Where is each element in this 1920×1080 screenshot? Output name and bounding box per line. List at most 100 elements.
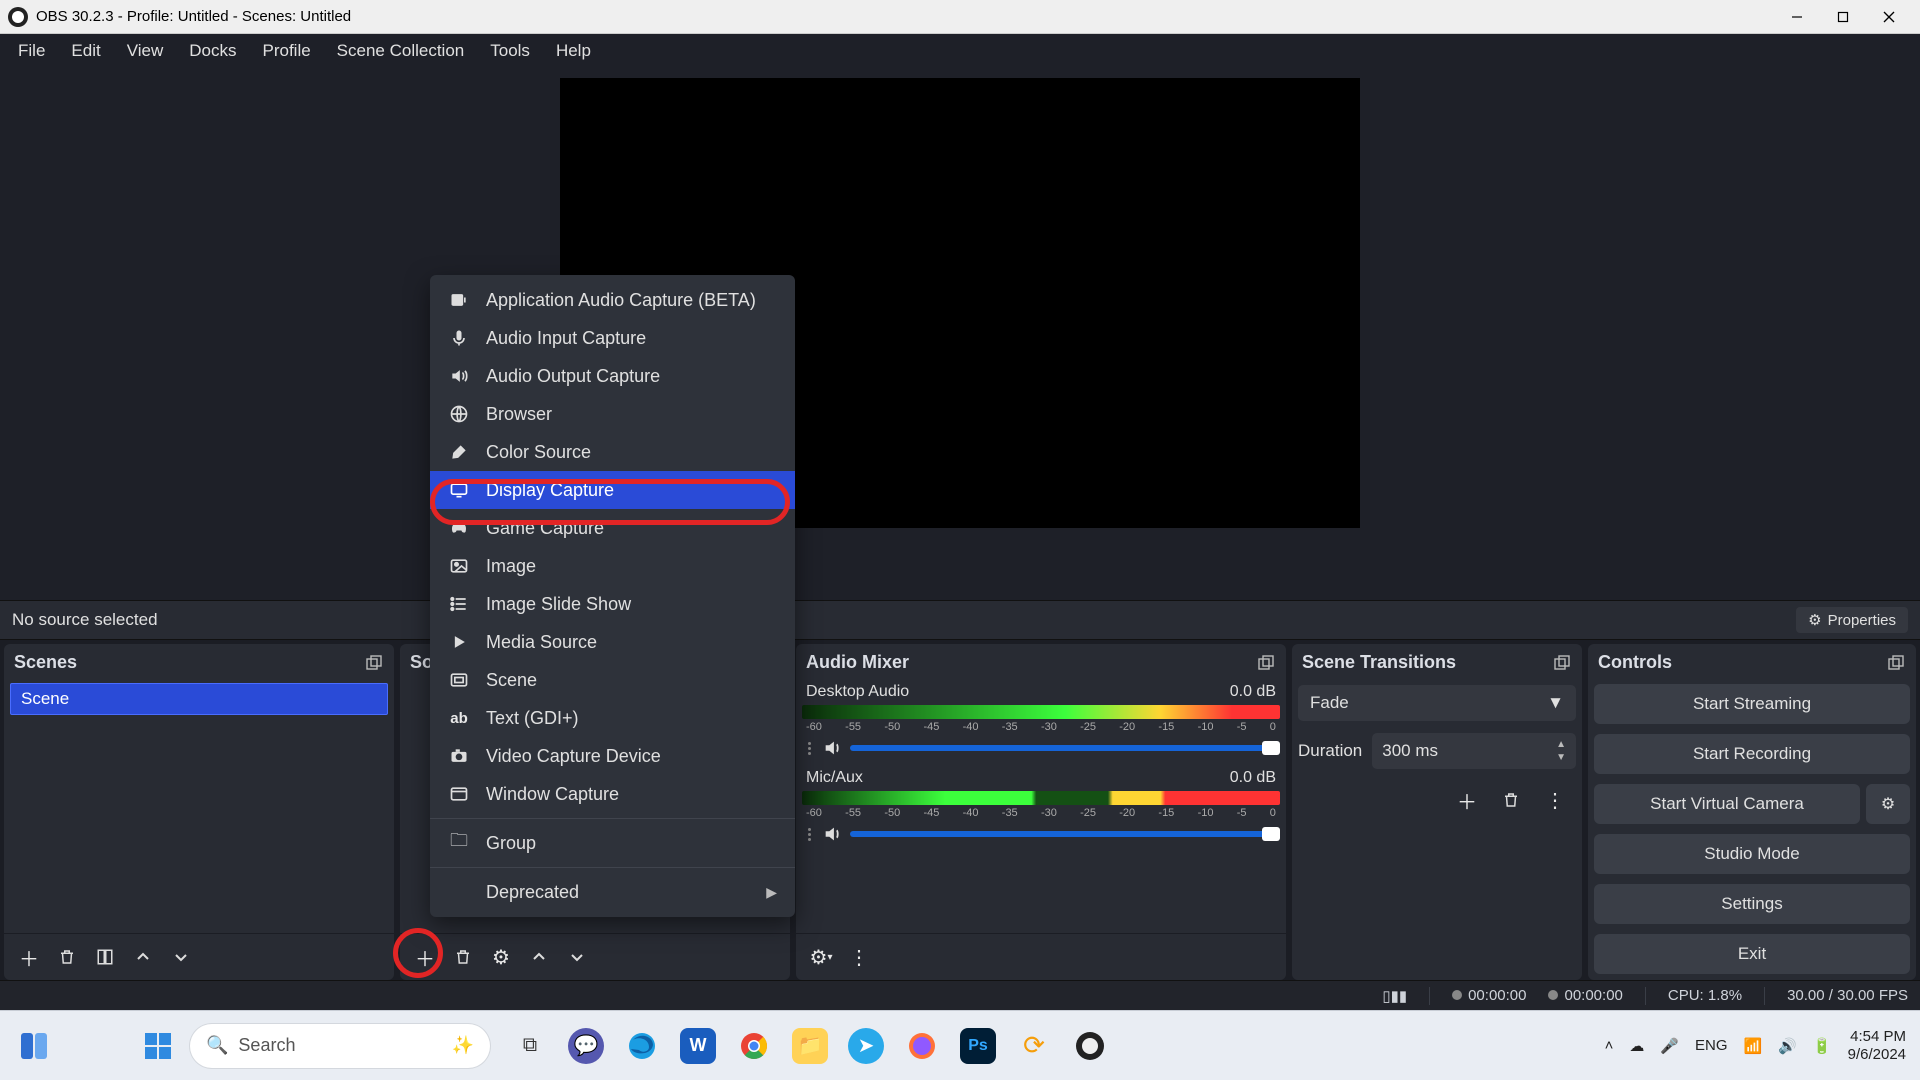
menu-profile[interactable]: Profile: [250, 37, 322, 65]
context-item-app-audio[interactable]: Application Audio Capture (BETA): [430, 281, 795, 319]
mixer-channel: Desktop Audio0.0 dB -60-55-50-45-40-35-3…: [802, 683, 1280, 759]
volume-icon[interactable]: 🔊: [1778, 1037, 1797, 1055]
context-item-group[interactable]: 🗀 Group: [430, 824, 795, 862]
mixer-menu-button[interactable]: ⋮: [842, 940, 876, 974]
volume-slider[interactable]: [850, 745, 1280, 751]
window-close-button[interactable]: [1866, 0, 1912, 34]
source-properties-button[interactable]: ⚙: [484, 940, 518, 974]
context-item-display[interactable]: Display Capture: [430, 471, 795, 509]
mixer-settings-button[interactable]: ⚙▾: [804, 940, 838, 974]
start-button[interactable]: [138, 1026, 178, 1066]
microphone-icon[interactable]: 🎤: [1660, 1037, 1679, 1055]
context-label: Video Capture Device: [486, 746, 661, 767]
word-icon[interactable]: W: [680, 1028, 716, 1064]
exit-button[interactable]: Exit: [1594, 934, 1910, 974]
remove-scene-button[interactable]: [50, 940, 84, 974]
fps-counter: 30.00 / 30.00 FPS: [1787, 987, 1908, 1004]
context-item-play[interactable]: Media Source: [430, 623, 795, 661]
photoshop-icon[interactable]: Ps: [960, 1028, 996, 1064]
context-item-camera[interactable]: Video Capture Device: [430, 737, 795, 775]
settings-button[interactable]: Settings: [1594, 884, 1910, 924]
source-up-button[interactable]: [522, 940, 556, 974]
explorer-icon[interactable]: 📁: [792, 1028, 828, 1064]
teams-icon[interactable]: 💬: [568, 1028, 604, 1064]
remove-source-button[interactable]: [446, 940, 480, 974]
menu-file[interactable]: File: [6, 37, 57, 65]
context-item-image[interactable]: Image: [430, 547, 795, 585]
tray-chevron-icon[interactable]: ˄: [1605, 1037, 1614, 1054]
speaker-icon[interactable]: [822, 737, 844, 759]
spinner-icon[interactable]: ▲▼: [1556, 739, 1566, 763]
speaker-icon[interactable]: [822, 823, 844, 845]
widgets-button[interactable]: [14, 1026, 54, 1066]
battery-icon[interactable]: 🔋: [1813, 1037, 1832, 1055]
context-label: Image Slide Show: [486, 594, 631, 615]
drag-handle-icon[interactable]: [802, 742, 816, 755]
chrome-icon[interactable]: [736, 1028, 772, 1064]
transition-select[interactable]: Fade ▼: [1298, 685, 1576, 721]
add-transition-button[interactable]: ＋: [1450, 783, 1484, 817]
scene-up-button[interactable]: [126, 940, 160, 974]
firefox-icon[interactable]: [904, 1028, 940, 1064]
window-minimize-button[interactable]: [1774, 0, 1820, 34]
menu-edit[interactable]: Edit: [59, 37, 112, 65]
transition-menu-button[interactable]: ⋮: [1538, 783, 1572, 817]
context-label: Browser: [486, 404, 552, 425]
menu-scene-collection[interactable]: Scene Collection: [325, 37, 477, 65]
duration-input[interactable]: 300 ms ▲▼: [1372, 733, 1576, 769]
image-icon: [448, 555, 470, 577]
add-scene-button[interactable]: ＋: [12, 940, 46, 974]
studio-mode-button[interactable]: Studio Mode: [1594, 834, 1910, 874]
context-label: Scene: [486, 670, 537, 691]
obs-taskbar-icon[interactable]: [1072, 1028, 1108, 1064]
source-down-button[interactable]: [560, 940, 594, 974]
popout-icon[interactable]: [364, 653, 384, 673]
telegram-icon[interactable]: ➤: [848, 1028, 884, 1064]
start-streaming-button[interactable]: Start Streaming: [1594, 684, 1910, 724]
context-item-list[interactable]: Image Slide Show: [430, 585, 795, 623]
start-recording-button[interactable]: Start Recording: [1594, 734, 1910, 774]
mixer-title: Audio Mixer: [806, 652, 909, 673]
context-item-scene[interactable]: Scene: [430, 661, 795, 699]
app-icon[interactable]: ⟳: [1016, 1028, 1052, 1064]
taskbar-clock[interactable]: 4:54 PM 9/6/2024: [1848, 1028, 1906, 1064]
context-item-brush[interactable]: Color Source: [430, 433, 795, 471]
channel-level: 0.0 dB: [1230, 769, 1276, 787]
menu-docks[interactable]: Docks: [177, 37, 248, 65]
volume-slider[interactable]: [850, 831, 1280, 837]
task-view-icon[interactable]: ⧉: [512, 1028, 548, 1064]
add-source-button[interactable]: ＋: [408, 940, 442, 974]
popout-icon[interactable]: [1552, 653, 1572, 673]
window-maximize-button[interactable]: [1820, 0, 1866, 34]
popout-icon[interactable]: [1886, 653, 1906, 673]
context-item-globe[interactable]: Browser: [430, 395, 795, 433]
taskbar-search[interactable]: 🔍 Search ✨: [190, 1024, 490, 1068]
context-item-deprecated[interactable]: Deprecated ▶: [430, 873, 795, 911]
context-item-gamepad[interactable]: Game Capture: [430, 509, 795, 547]
context-item-speaker[interactable]: Audio Output Capture: [430, 357, 795, 395]
menu-help[interactable]: Help: [544, 37, 603, 65]
duration-label: Duration: [1298, 741, 1362, 761]
audio-mixer-panel: Audio Mixer Desktop Audio0.0 dB -60-55-5…: [796, 644, 1286, 980]
context-item-mic[interactable]: Audio Input Capture: [430, 319, 795, 357]
camera-icon: [448, 745, 470, 767]
virtual-camera-settings-button[interactable]: ⚙: [1866, 784, 1910, 824]
menu-view[interactable]: View: [115, 37, 176, 65]
onedrive-icon[interactable]: ☁: [1629, 1037, 1644, 1055]
edge-icon[interactable]: [624, 1028, 660, 1064]
wifi-icon[interactable]: 📶: [1744, 1037, 1763, 1055]
scene-list-item[interactable]: Scene: [10, 683, 388, 715]
menu-tools[interactable]: Tools: [478, 37, 542, 65]
scene-filter-button[interactable]: [88, 940, 122, 974]
context-item-text[interactable]: abText (GDI+): [430, 699, 795, 737]
language-indicator[interactable]: ENG: [1695, 1037, 1728, 1054]
start-virtual-camera-button[interactable]: Start Virtual Camera: [1594, 784, 1860, 824]
properties-button[interactable]: ⚙ Properties: [1796, 607, 1908, 633]
menubar: File Edit View Docks Profile Scene Colle…: [0, 34, 1920, 68]
scene-down-button[interactable]: [164, 940, 198, 974]
context-item-window[interactable]: Window Capture: [430, 775, 795, 813]
remove-transition-button[interactable]: [1494, 783, 1528, 817]
search-icon: 🔍: [206, 1035, 228, 1056]
popout-icon[interactable]: [1256, 653, 1276, 673]
drag-handle-icon[interactable]: [802, 828, 816, 841]
